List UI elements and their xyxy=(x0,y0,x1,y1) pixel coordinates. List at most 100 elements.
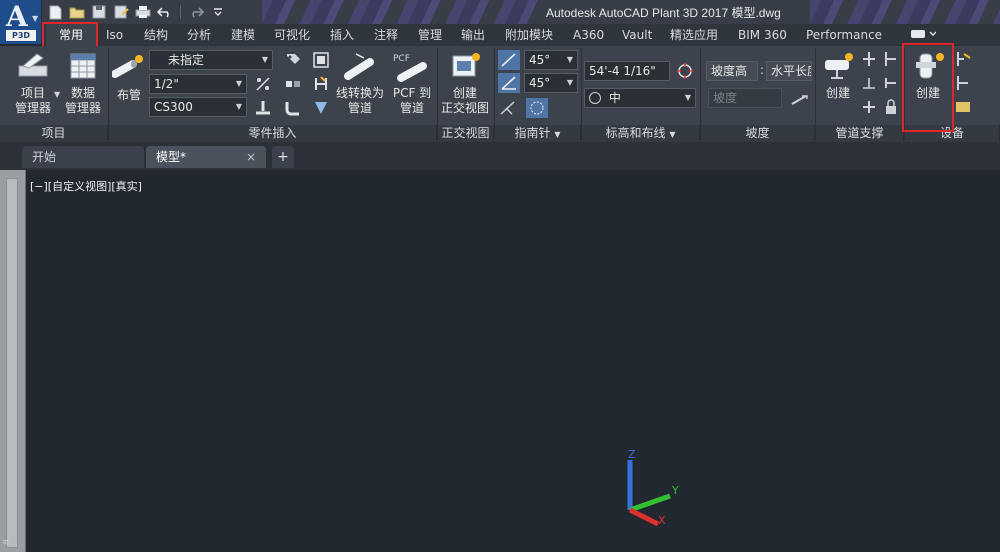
create-ortho-view-label: 创建 正交视图 xyxy=(440,86,489,115)
horizontal-length-button[interactable]: 水平长度 xyxy=(766,61,812,81)
slope-height-label: 坡度高 xyxy=(711,64,748,78)
chevron-down-icon: ▼ xyxy=(566,78,573,87)
compass-angle-icon[interactable] xyxy=(498,73,520,93)
z-axis-label: Z xyxy=(628,448,636,461)
quick-access-toolbar xyxy=(46,2,227,22)
save-icon[interactable] xyxy=(90,3,108,21)
class-combo-value: CS300 xyxy=(154,100,193,114)
panel-title-slope: 坡度 xyxy=(701,125,815,142)
route-pipe-label: 布管 xyxy=(116,88,141,102)
tab-iso[interactable]: Iso xyxy=(106,24,123,46)
panel-title-compass[interactable]: 指南针 ▼ xyxy=(495,125,581,142)
panel-title-pipe-support: 管道支撑 xyxy=(816,125,904,142)
line-to-pipe-label: 线转换为 管道 xyxy=(335,86,384,115)
connector-icon[interactable] xyxy=(284,75,302,93)
tool-palette-rail[interactable] xyxy=(0,170,26,552)
open-icon[interactable] xyxy=(68,3,86,21)
support-replace-icon[interactable] xyxy=(882,74,900,92)
support-lock-icon[interactable] xyxy=(882,98,900,116)
tab-performance[interactable]: Performance xyxy=(806,24,882,46)
slope-input-placeholder: 坡度 xyxy=(713,91,738,105)
clock-icon xyxy=(589,92,601,104)
chevron-down-icon: ▼ xyxy=(235,79,242,88)
tab-start[interactable]: 开始 xyxy=(22,146,144,168)
slope-input[interactable]: 坡度 xyxy=(708,88,782,108)
grip-icon[interactable]: ≡ xyxy=(2,538,10,548)
elbow-icon[interactable] xyxy=(284,99,302,117)
new-tab-button[interactable]: + xyxy=(272,146,294,168)
support-dimension-icon[interactable] xyxy=(860,74,878,92)
snap-icon[interactable] xyxy=(498,98,520,118)
colon-separator: : xyxy=(760,63,765,77)
tab-insert[interactable]: 插入 xyxy=(330,24,354,46)
x-axis xyxy=(628,507,660,527)
support-edit-icon[interactable] xyxy=(860,98,878,116)
elevation-pick-icon[interactable] xyxy=(676,62,694,80)
spec-combo[interactable]: 未指定 ▼ xyxy=(149,50,273,70)
equipment-nozzle-icon[interactable] xyxy=(954,74,972,92)
project-manager-label: 项目 管理器 xyxy=(14,86,51,115)
route-pipe-icon xyxy=(112,55,143,78)
tab-model[interactable]: 模型* × xyxy=(146,146,266,168)
compass-angle2-combo[interactable]: 45° ▼ xyxy=(524,73,578,93)
size-combo[interactable]: 1/2" ▼ xyxy=(149,74,247,94)
reducer-icon[interactable] xyxy=(312,99,330,117)
chevron-down-icon[interactable]: ▼ xyxy=(54,90,60,99)
tab-structure[interactable]: 结构 xyxy=(144,24,168,46)
tab-modeling[interactable]: 建模 xyxy=(231,24,255,46)
chevron-down-icon: ▼ xyxy=(566,55,573,64)
close-icon[interactable]: × xyxy=(246,146,256,168)
panel-title-project: 项目 xyxy=(0,125,108,142)
flange-icon[interactable] xyxy=(312,75,330,93)
equipment-convert-icon[interactable] xyxy=(954,98,972,116)
valve-icon[interactable] xyxy=(312,51,330,69)
tag-icon[interactable] xyxy=(284,51,302,69)
tab-vault[interactable]: Vault xyxy=(622,24,652,46)
tab-analysis[interactable]: 分析 xyxy=(187,24,211,46)
slope-toggle-icon[interactable] xyxy=(790,90,810,108)
support-stub-icon[interactable] xyxy=(882,50,900,68)
print-icon[interactable] xyxy=(134,3,152,21)
spec-combo-value: 未指定 xyxy=(168,53,205,67)
size-combo-value: 1/2" xyxy=(154,77,179,91)
new-icon[interactable] xyxy=(46,3,64,21)
application-menu-button[interactable]: A ▼ P3D xyxy=(0,0,42,44)
compass-icon[interactable] xyxy=(526,98,548,118)
palette-scrollbar[interactable] xyxy=(6,178,18,548)
y-axis-label: Y xyxy=(671,484,679,497)
class-combo[interactable]: CS300 ▼ xyxy=(149,97,247,117)
support-tee-icon[interactable] xyxy=(860,50,878,68)
slope-height-button[interactable]: 坡度高 xyxy=(706,61,758,81)
elevation-input[interactable]: 54'-4 1/16" xyxy=(584,61,670,81)
equipment-modify-icon[interactable] xyxy=(954,50,972,68)
tab-annotate[interactable]: 注释 xyxy=(374,24,398,46)
panel-title-part-insert: 零件插入 xyxy=(109,125,437,142)
tab-addins[interactable]: 附加模块 xyxy=(505,24,553,46)
document-tab-bar: 开始 模型* × + xyxy=(0,142,1000,170)
undo-icon[interactable] xyxy=(156,3,174,21)
tab-bim360[interactable]: BIM 360 xyxy=(738,24,787,46)
compass-panel-title: 指南针 xyxy=(514,126,551,140)
tab-visualize[interactable]: 可视化 xyxy=(274,24,310,46)
redo-icon[interactable] xyxy=(187,3,205,21)
compass-angle1-combo[interactable]: 45° ▼ xyxy=(524,50,578,70)
title-bar-pattern-right xyxy=(810,0,1000,24)
viewport-controls[interactable]: [−][自定义视图][真实] xyxy=(30,178,142,194)
ortho-view-icon xyxy=(452,53,480,77)
tab-manage[interactable]: 管理 xyxy=(418,24,442,46)
dropdown-icon[interactable] xyxy=(209,3,227,21)
routing-mode-combo[interactable]: 中 ▼ xyxy=(584,88,696,108)
tee-icon[interactable] xyxy=(254,99,272,117)
routing-mode-value: 中 xyxy=(608,91,621,105)
tab-featured-apps[interactable]: 精选应用 xyxy=(670,24,718,46)
percent-slope-icon[interactable] xyxy=(254,75,272,93)
chevron-down-icon: ▼ xyxy=(684,93,691,102)
tab-a360[interactable]: A360 xyxy=(573,24,604,46)
horizontal-length-label: 水平长度 xyxy=(771,64,811,78)
panel-title-elevation[interactable]: 标高和布线 ▼ xyxy=(582,125,700,142)
drawing-viewport[interactable] xyxy=(26,170,1000,552)
tab-output[interactable]: 输出 xyxy=(461,24,485,46)
pcf-to-pipe-icon xyxy=(397,62,427,82)
compass-toggle-icon[interactable] xyxy=(498,50,520,70)
saveas-icon[interactable] xyxy=(112,3,130,21)
